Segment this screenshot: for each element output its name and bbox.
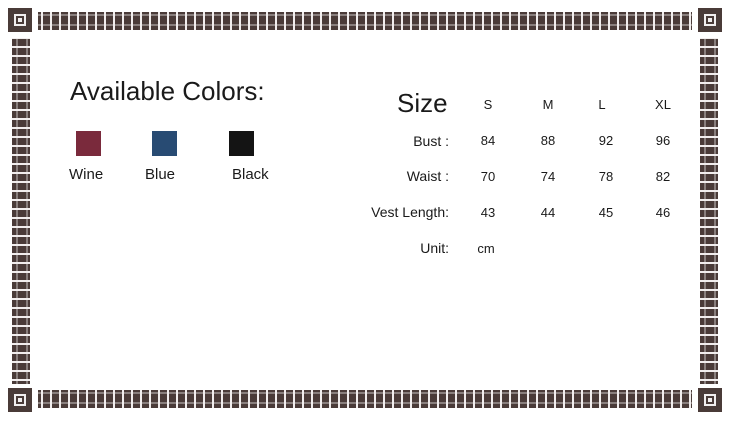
frame-corner-ornament bbox=[8, 388, 32, 412]
vest-length-value-l: 45 bbox=[598, 205, 614, 220]
size-header-s: S bbox=[483, 97, 493, 112]
color-swatch-wine bbox=[76, 131, 101, 156]
color-label-blue: Blue bbox=[145, 166, 176, 183]
available-colors-title: Available Colors: bbox=[70, 76, 265, 106]
waist-value-s: 70 bbox=[480, 169, 496, 184]
bust-value-l: 92 bbox=[598, 133, 614, 148]
size-header-m: M bbox=[542, 97, 554, 112]
bust-value-xl: 96 bbox=[655, 133, 671, 148]
waist-value-l: 78 bbox=[598, 169, 614, 184]
waist-value-m: 74 bbox=[540, 169, 556, 184]
row-label-unit: Unit: bbox=[420, 240, 449, 256]
bust-value-m: 88 bbox=[540, 133, 556, 148]
color-swatch-blue bbox=[152, 131, 177, 156]
size-chart-title: Size bbox=[397, 88, 448, 118]
frame-corner-ornament bbox=[698, 388, 722, 412]
size-header-xl: XL bbox=[655, 97, 671, 112]
color-label-black: Black bbox=[232, 166, 269, 183]
size-header-l: L bbox=[598, 97, 606, 112]
frame-border-top bbox=[38, 12, 692, 30]
bust-value-s: 84 bbox=[480, 133, 496, 148]
unit-value: cm bbox=[477, 241, 495, 256]
color-swatch-black bbox=[229, 131, 254, 156]
frame-border-bottom bbox=[38, 390, 692, 408]
vest-length-value-s: 43 bbox=[480, 205, 496, 220]
row-label-waist: Waist : bbox=[406, 168, 449, 184]
color-label-wine: Wine bbox=[69, 166, 104, 183]
waist-value-xl: 82 bbox=[655, 169, 671, 184]
row-label-vest-length: Vest Length: bbox=[371, 204, 449, 220]
vest-length-value-xl: 46 bbox=[655, 205, 671, 220]
row-label-bust: Bust : bbox=[413, 133, 449, 149]
vest-length-value-m: 44 bbox=[540, 205, 556, 220]
frame-corner-ornament bbox=[698, 8, 722, 32]
frame-corner-ornament bbox=[8, 8, 32, 32]
frame-border-right bbox=[700, 38, 718, 384]
frame-border-left bbox=[12, 38, 30, 384]
